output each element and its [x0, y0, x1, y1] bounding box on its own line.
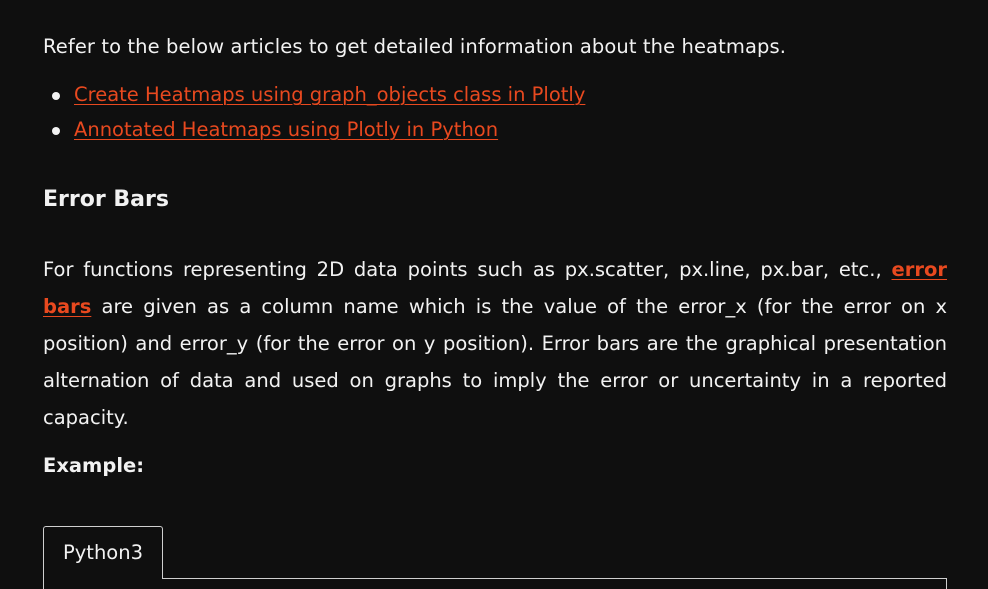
reference-list: Create Heatmaps using graph_objects clas…	[43, 81, 585, 151]
code-tab-python3[interactable]: Python3	[43, 526, 163, 579]
example-label: Example:	[43, 454, 145, 477]
error-bars-paragraph: For functions representing 2D data point…	[43, 251, 947, 436]
article-content: Refer to the below articles to get detai…	[0, 0, 988, 589]
bullet-icon	[52, 92, 60, 100]
section-heading: Error Bars	[43, 187, 169, 212]
bullet-icon	[52, 127, 60, 135]
paragraph-text: For functions representing 2D data point…	[43, 258, 892, 281]
paragraph-text: are given as a column name which is the …	[43, 295, 947, 429]
code-block	[43, 578, 947, 589]
list-item: Create Heatmaps using graph_objects clas…	[43, 81, 585, 116]
heatmaps-graph-objects-link[interactable]: Create Heatmaps using graph_objects clas…	[74, 83, 585, 106]
annotated-heatmaps-link[interactable]: Annotated Heatmaps using Plotly in Pytho…	[74, 118, 498, 141]
list-item: Annotated Heatmaps using Plotly in Pytho…	[43, 116, 585, 151]
intro-text: Refer to the below articles to get detai…	[43, 35, 787, 58]
